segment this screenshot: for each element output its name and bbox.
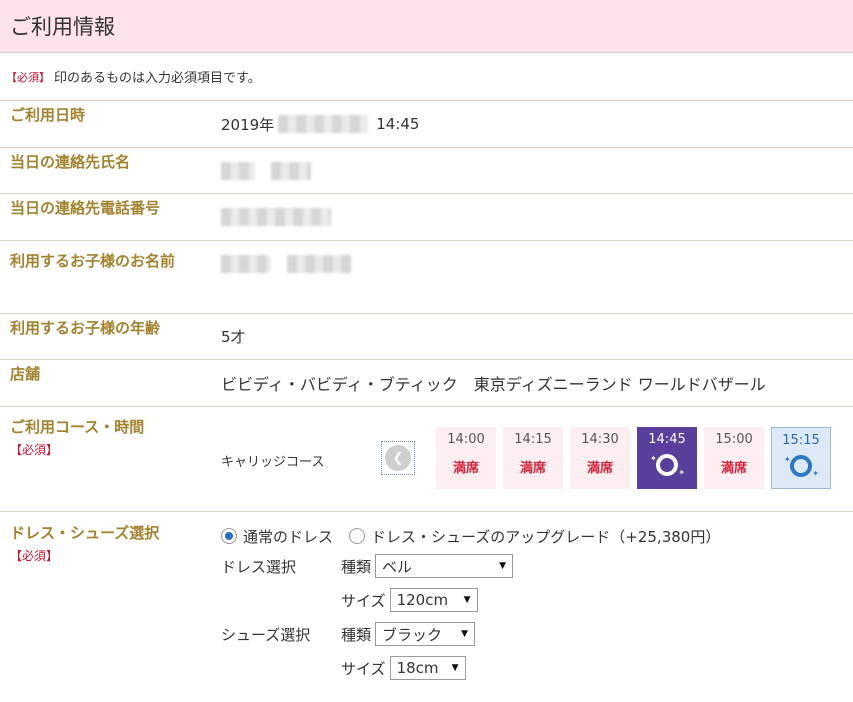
required-notice-text: 印のあるものは入力必須項目です。 — [54, 71, 261, 86]
slot-status-full: 満席 — [452, 461, 479, 476]
sparkle-icon: ✦ — [784, 455, 791, 464]
dress-size-line: サイズ 120cm ▼ — [221, 583, 853, 617]
dress-type-value: ベル — [382, 557, 413, 576]
time-slot-1400[interactable]: 14:00 満席 — [436, 427, 496, 489]
child-name-value — [210, 241, 853, 313]
datetime-label: ご利用日時 — [10, 106, 86, 124]
dress-options: 通常のドレス ドレス・シューズのアップグレード（+25,380円） ドレス選択 … — [210, 512, 853, 702]
course-name: キャリッジコース — [221, 455, 325, 470]
prev-slots-button[interactable]: ❮ — [381, 441, 415, 475]
available-ring-icon: ✦ ✦ — [650, 454, 685, 477]
radio-upgrade[interactable] — [349, 528, 366, 544]
dropdown-arrow-icon: ▼ — [451, 663, 459, 673]
radio-dot-icon — [225, 532, 233, 540]
dress-type-select[interactable]: ベル ▼ — [375, 554, 514, 578]
time-slot-1415[interactable]: 14:15 満席 — [503, 427, 563, 489]
datetime-value: 2019年 14:45 — [210, 101, 853, 147]
shoes-size-select[interactable]: 18cm ▼ — [389, 656, 466, 680]
row-dress-shoes: ドレス・シューズ選択 【必須】 通常のドレス ドレス・シューズのアップグレード（… — [0, 512, 853, 702]
dress-select-label: ドレス選択 — [221, 557, 297, 576]
slot-time: 15:15 — [782, 433, 820, 448]
shoes-type-value: ブラック — [382, 625, 443, 644]
row-child-age: 利用するお子様の年齢 5才 — [0, 314, 853, 360]
section-title: ご利用情報 — [10, 15, 115, 39]
shoes-type-select[interactable]: ブラック ▼ — [375, 622, 476, 646]
required-notice: 【必須】 印のあるものは入力必須項目です。 — [0, 53, 853, 101]
required-tag: 【必須】 — [6, 70, 50, 84]
contact-name-label: 当日の連絡先氏名 — [10, 153, 131, 171]
redacted-child-last-name — [221, 255, 271, 273]
time-slot-1430[interactable]: 14:30 満席 — [570, 427, 630, 489]
redacted-first-name — [271, 161, 311, 180]
contact-name-value — [210, 148, 853, 193]
time-slot-1515-available[interactable]: 15:15 ✦ ✦ — [771, 427, 831, 489]
shoes-size-label: サイズ — [341, 659, 386, 678]
radio-normal-dress[interactable] — [221, 528, 237, 544]
available-ring-icon: ✦ ✦ — [784, 455, 819, 478]
dress-required-tag: 【必須】 — [10, 549, 59, 563]
dropdown-arrow-icon: ▼ — [463, 595, 471, 605]
row-datetime: ご利用日時 2019年 14:45 — [0, 101, 853, 148]
course-label-text: ご利用コース・時間 — [10, 418, 145, 436]
slot-status-full: 満席 — [720, 461, 747, 476]
dress-size-select[interactable]: 120cm ▼ — [389, 588, 478, 612]
child-age-value: 5才 — [221, 328, 246, 346]
slot-status-full: 満席 — [519, 461, 546, 476]
radio-upgrade-label[interactable]: ドレス・シューズのアップグレード（+25,380円） — [371, 526, 720, 547]
dress-type-line: ドレス選択 種類 ベル ▼ — [221, 549, 853, 583]
dress-type-label: 種類 — [341, 557, 372, 576]
contact-phone-value — [210, 194, 853, 240]
dress-size-value: 120cm — [396, 591, 449, 609]
redacted-child-first-name — [287, 255, 351, 273]
dress-label: ドレス・シューズ選択 【必須】 — [0, 512, 210, 702]
child-age-label: 利用するお子様の年齢 — [10, 319, 161, 337]
redacted-last-name — [221, 161, 255, 180]
sparkle-icon: ✦ — [678, 468, 685, 477]
shoes-type-line: シューズ選択 種類 ブラック ▼ — [221, 617, 853, 651]
child-name-label: 利用するお子様のお名前 — [10, 252, 176, 270]
chevron-left-icon: ❮ — [385, 445, 411, 471]
row-contact-name: 当日の連絡先氏名 — [0, 148, 853, 194]
slot-time: 14:30 — [581, 432, 619, 447]
datetime-year: 2019年 — [221, 115, 275, 134]
dress-label-text: ドレス・シューズ選択 — [10, 524, 160, 542]
dress-size-label: サイズ — [341, 591, 386, 610]
shoes-size-line: サイズ 18cm ▼ — [221, 651, 853, 685]
time-slot-1500[interactable]: 15:00 満席 — [704, 427, 764, 489]
sparkle-icon: ✦ — [812, 469, 819, 478]
row-contact-phone: 当日の連絡先電話番号 — [0, 194, 853, 241]
redacted-phone — [221, 208, 331, 226]
sparkle-icon: ✦ — [650, 454, 657, 463]
section-header: ご利用情報 — [0, 0, 853, 53]
redacted-date — [278, 115, 369, 133]
radio-normal-dress-label[interactable]: 通常のドレス — [243, 526, 333, 547]
row-course-time: ご利用コース・時間 【必須】 キャリッジコース ❮ 14:00 満席 14:15… — [0, 407, 853, 512]
shoes-select-label: シューズ選択 — [221, 625, 311, 644]
shoes-type-label: 種類 — [341, 625, 372, 644]
datetime-time: 14:45 — [376, 115, 420, 133]
slot-time: 14:15 — [514, 432, 552, 447]
slot-time: 14:00 — [447, 432, 485, 447]
dress-radio-group: 通常のドレス ドレス・シューズのアップグレード（+25,380円） — [221, 525, 853, 547]
row-store: 店舗 ビビディ・バビディ・ブティック 東京ディズニーランド ワールドバザール — [0, 360, 853, 407]
dropdown-arrow-icon: ▼ — [461, 629, 469, 639]
dropdown-arrow-icon: ▼ — [499, 561, 507, 571]
shoes-size-value: 18cm — [396, 659, 439, 677]
time-slot-1445-selected[interactable]: 14:45 ✦ ✦ — [637, 427, 697, 489]
course-value: キャリッジコース ❮ 14:00 満席 14:15 満席 14:30 満席 14… — [210, 407, 853, 511]
course-required-tag: 【必須】 — [10, 443, 59, 457]
contact-phone-label: 当日の連絡先電話番号 — [10, 199, 161, 217]
store-value: ビビディ・バビディ・ブティック 東京ディズニーランド ワールドバザール — [221, 375, 766, 394]
row-child-name: 利用するお子様のお名前 — [0, 241, 853, 314]
slot-status-full: 満席 — [586, 461, 613, 476]
course-label: ご利用コース・時間 【必須】 — [0, 407, 210, 511]
time-slot-list: 14:00 満席 14:15 満席 14:30 満席 14:45 ✦ ✦ 15:… — [436, 427, 838, 489]
store-label: 店舗 — [10, 365, 41, 383]
slot-time: 14:45 — [648, 432, 686, 447]
slot-time: 15:00 — [715, 432, 753, 447]
